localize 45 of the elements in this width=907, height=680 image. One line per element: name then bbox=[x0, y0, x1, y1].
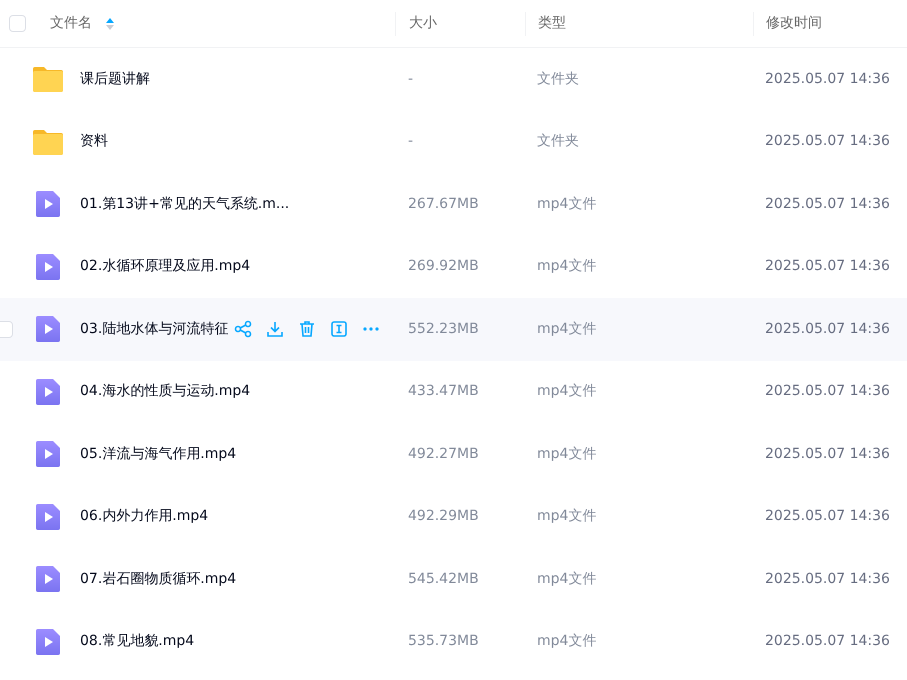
file-type: mp4文件 bbox=[537, 570, 596, 587]
file-type: mp4文件 bbox=[537, 320, 596, 337]
file-type: mp4文件 bbox=[537, 258, 596, 274]
modified-time: 2025.05.07 14:36 bbox=[765, 70, 890, 87]
file-type: mp4文件 bbox=[537, 446, 596, 462]
file-size: 535.73MB bbox=[408, 633, 479, 650]
file-size: - bbox=[408, 70, 414, 87]
file-type: 文件夹 bbox=[537, 133, 579, 150]
modified-time: 2025.05.07 14:36 bbox=[765, 446, 890, 462]
file-type: mp4文件 bbox=[537, 196, 596, 212]
file-type: mp4文件 bbox=[537, 633, 596, 650]
file-type: mp4文件 bbox=[537, 383, 596, 400]
file-name[interactable]: 01.第13讲+常见的天气系统.m... bbox=[80, 194, 290, 215]
file-size: 492.27MB bbox=[408, 446, 479, 462]
file-size: 545.42MB bbox=[408, 570, 479, 587]
column-header[interactable]: 类型 bbox=[538, 13, 566, 34]
file-name[interactable]: 02.水循环原理及应用.mp4 bbox=[80, 256, 250, 278]
file-name[interactable]: 课后题讲解 bbox=[80, 68, 150, 90]
modified-time: 2025.05.07 14:36 bbox=[765, 508, 890, 524]
file-type: 文件夹 bbox=[537, 70, 579, 87]
column-header[interactable]: 大小 bbox=[409, 13, 437, 34]
file-size: - bbox=[408, 133, 414, 150]
file-size: 267.67MB bbox=[408, 196, 479, 212]
file-name[interactable]: 06.内外力作用.mp4 bbox=[80, 506, 208, 528]
file-name[interactable]: 03.陆地水体与河流特征 bbox=[80, 318, 228, 340]
file-size: 269.92MB bbox=[408, 258, 479, 274]
file-size: 552.23MB bbox=[408, 320, 479, 337]
file-name[interactable]: 05.洋流与海气作用.mp4 bbox=[80, 444, 236, 465]
modified-time: 2025.05.07 14:36 bbox=[765, 633, 890, 650]
file-name[interactable]: 07.岩石圈物质循环.mp4 bbox=[80, 568, 236, 590]
column-header[interactable]: 修改时间 bbox=[766, 13, 822, 34]
file-size: 433.47MB bbox=[408, 383, 479, 400]
modified-time: 2025.05.07 14:36 bbox=[765, 570, 890, 587]
column-header[interactable]: 文件名 bbox=[50, 13, 92, 34]
file-name[interactable]: 08.常见地貌.mp4 bbox=[80, 631, 194, 652]
file-size: 492.29MB bbox=[408, 508, 479, 524]
file-name[interactable]: 资料 bbox=[80, 131, 108, 152]
file-type: mp4文件 bbox=[537, 508, 596, 524]
file-row[interactable]: 03.陆地水体与河流特征 552.23MB mp4文件 2025.05.07 14:36 bbox=[0, 298, 907, 360]
modified-time: 2025.05.07 14:36 bbox=[765, 133, 890, 150]
modified-time: 2025.05.07 14:36 bbox=[765, 320, 890, 337]
modified-time: 2025.05.07 14:36 bbox=[765, 196, 890, 212]
modified-time: 2025.05.07 14:36 bbox=[765, 383, 890, 400]
file-name[interactable]: 04.海水的性质与运动.mp4 bbox=[80, 381, 250, 402]
modified-time: 2025.05.07 14:36 bbox=[765, 258, 890, 274]
